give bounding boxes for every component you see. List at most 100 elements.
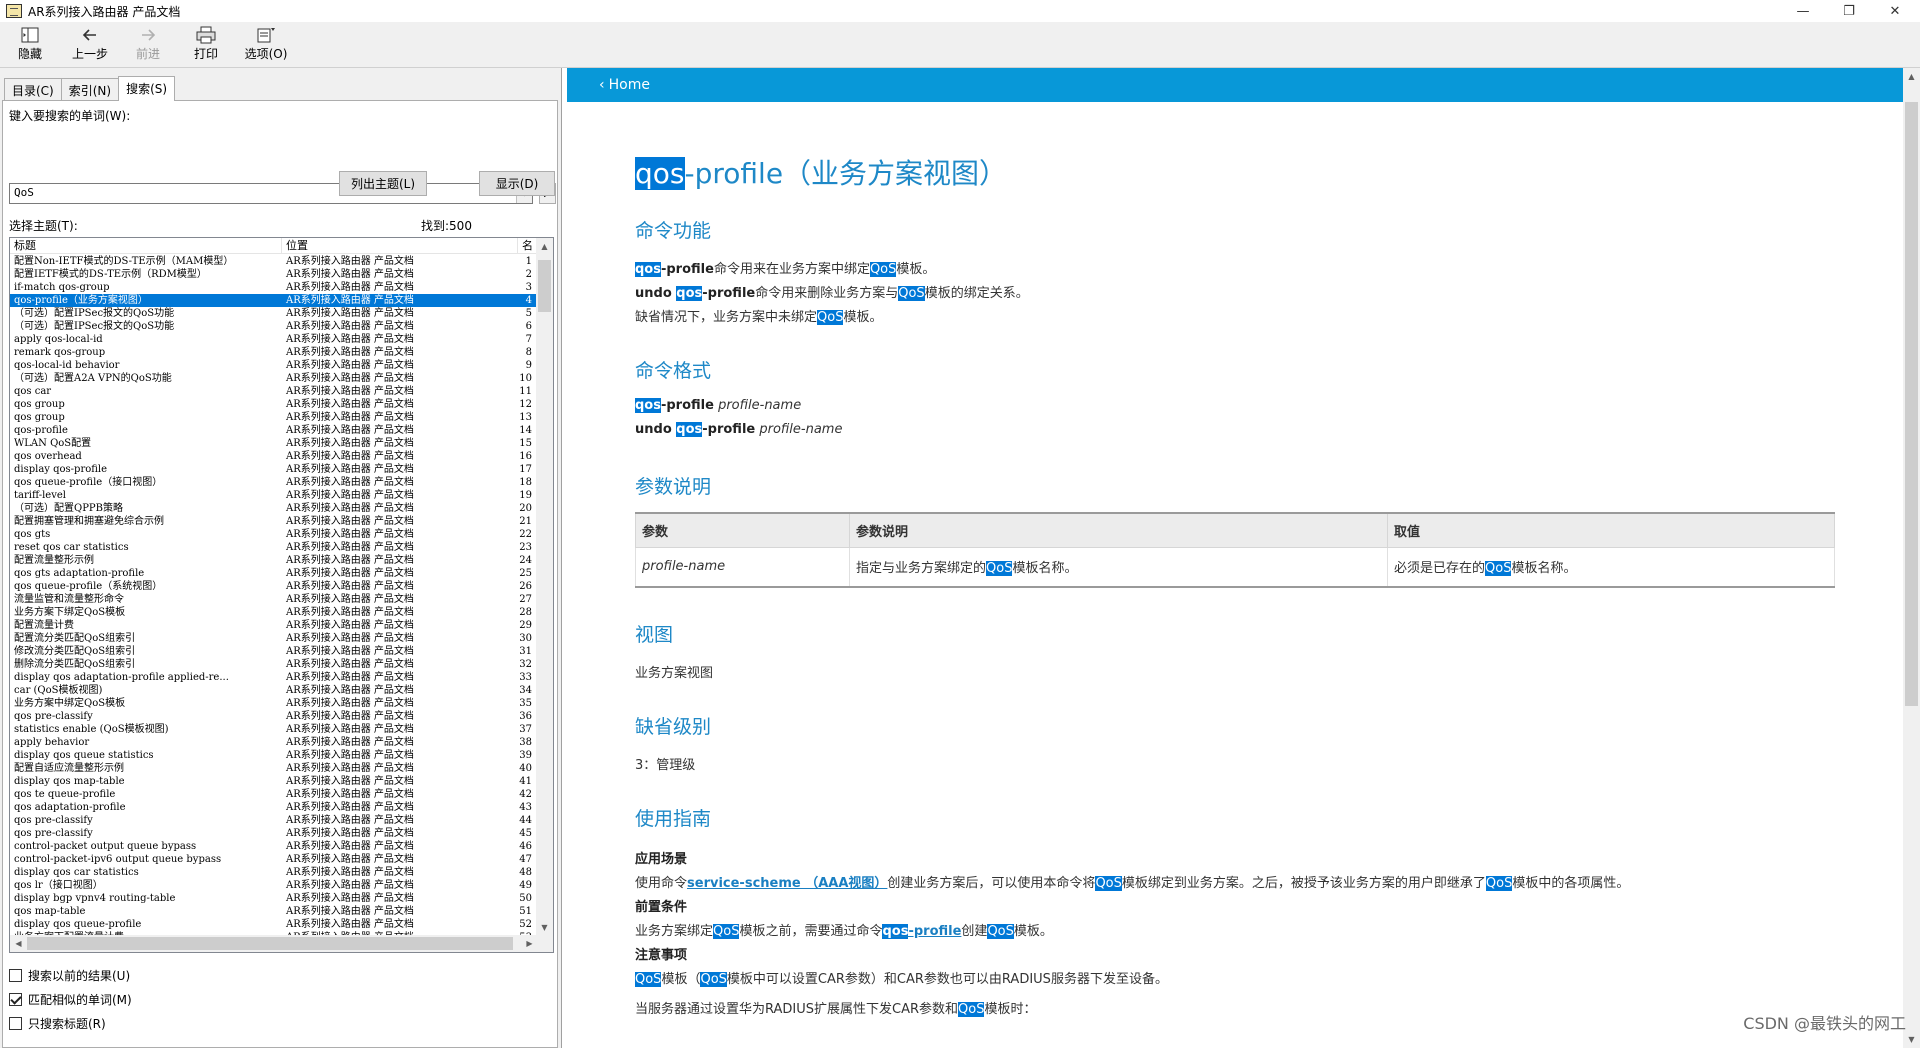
table-row[interactable]: qos queue-profile（接口视图） AR系列接入路由器 产品文档 18 (10, 476, 538, 489)
table-row[interactable]: remark qos-group AR系列接入路由器 产品文档 8 (10, 346, 538, 359)
table-row[interactable]: qos group AR系列接入路由器 产品文档 12 (10, 398, 538, 411)
text: 模板中可以设置CAR参数）和CAR参数也可以由RADIUS服务器下发至设备。 (726, 972, 1168, 987)
table-row[interactable]: car (QoS模板视图) AR系列接入路由器 产品文档 34 (10, 684, 538, 697)
table-row[interactable]: apply qos-local-id AR系列接入路由器 产品文档 7 (10, 333, 538, 346)
print-button[interactable]: 打印 (190, 25, 222, 65)
table-row[interactable]: （可选）配置A2A VPN的QoS功能 AR系列接入路由器 产品文档 10 (10, 372, 538, 385)
table-row[interactable]: if-match qos-group AR系列接入路由器 产品文档 3 (10, 281, 538, 294)
results-list[interactable]: 标题 位置 名 配置Non-IETF模式的DS-TE示例（MAM模型） AR系列接… (9, 237, 554, 953)
column-header-location[interactable]: 位置 (282, 238, 518, 254)
column-header-title[interactable]: 标题 (10, 238, 282, 254)
table-row[interactable]: 配置流分类匹配QoS组索引 AR系列接入路由器 产品文档 30 (10, 632, 538, 645)
table-row[interactable]: qos map-table AR系列接入路由器 产品文档 51 (10, 905, 538, 918)
tab-index[interactable]: 索引(N) (60, 78, 120, 100)
result-location: AR系列接入路由器 产品文档 (286, 672, 414, 683)
home-link[interactable]: Home (609, 77, 650, 93)
table-row[interactable]: 修改流分类匹配QoS组索引 AR系列接入路由器 产品文档 31 (10, 645, 538, 658)
table-row[interactable]: qos pre-classify AR系列接入路由器 产品文档 36 (10, 710, 538, 723)
table-row[interactable]: 业务方案中绑定QoS模板 AR系列接入路由器 产品文档 35 (10, 697, 538, 710)
column-header-rank[interactable]: 名 (518, 238, 538, 254)
table-row[interactable]: （可选）配置QPPB策略 AR系列接入路由器 产品文档 20 (10, 502, 538, 515)
table-row[interactable]: qos pre-classify AR系列接入路由器 产品文档 45 (10, 827, 538, 840)
table-row[interactable]: 配置流量整形示例 AR系列接入路由器 产品文档 24 (10, 554, 538, 567)
scroll-left-icon[interactable]: ◀ (10, 935, 27, 952)
table-row[interactable]: qos car AR系列接入路由器 产品文档 11 (10, 385, 538, 398)
table-row[interactable]: qos gts adaptation-profile AR系列接入路由器 产品文档… (10, 567, 538, 580)
tab-search[interactable]: 搜索(S) (118, 76, 176, 101)
close-button[interactable]: ✕ (1872, 0, 1918, 22)
table-row[interactable]: display qos queue statistics AR系列接入路由器 产品… (10, 749, 538, 762)
results-horizontal-scrollbar[interactable]: ◀ ▶ (10, 935, 553, 952)
table-row[interactable]: display qos adaptation-profile applied-r… (10, 671, 538, 684)
service-scheme-link[interactable]: service-scheme （AAA视图） (687, 876, 887, 891)
table-row[interactable]: display qos car statistics AR系列接入路由器 产品文档… (10, 866, 538, 879)
forward-button[interactable]: 前进 (132, 25, 164, 65)
back-button[interactable]: 上一步 (68, 25, 112, 65)
scroll-thumb[interactable] (1905, 102, 1918, 706)
minimize-button[interactable]: — (1780, 0, 1826, 22)
table-row[interactable]: display qos map-table AR系列接入路由器 产品文档 41 (10, 775, 538, 788)
table-row[interactable]: 业务方案下绑定QoS模板 AR系列接入路由器 产品文档 28 (10, 606, 538, 619)
text: 必须是已存在的 (1394, 561, 1486, 577)
table-row[interactable]: （可选）配置IPSec报文的QoS功能 AR系列接入路由器 产品文档 5 (10, 307, 538, 320)
search-previous-option[interactable]: 搜索以前的结果(U) (9, 967, 130, 984)
table-row[interactable]: qos te queue-profile AR系列接入路由器 产品文档 42 (10, 788, 538, 801)
scroll-thumb[interactable] (27, 937, 513, 950)
table-row[interactable]: tariff-level AR系列接入路由器 产品文档 19 (10, 489, 538, 502)
table-row[interactable]: statistics enable (QoS模板视图) AR系列接入路由器 产品文… (10, 723, 538, 736)
table-row[interactable]: qos queue-profile（系统视图） AR系列接入路由器 产品文档 26 (10, 580, 538, 593)
table-row[interactable]: apply behavior AR系列接入路由器 产品文档 38 (10, 736, 538, 749)
table-row[interactable]: qos-profile（业务方案视图） AR系列接入路由器 产品文档 4 (10, 294, 538, 307)
tab-contents[interactable]: 目录(C) (4, 78, 62, 100)
search-previous-checkbox[interactable] (9, 969, 22, 982)
table-row[interactable]: control-packet output queue bypass AR系列接入… (10, 840, 538, 853)
table-row[interactable]: 配置流量计费 AR系列接入路由器 产品文档 29 (10, 619, 538, 632)
table-row[interactable]: display qos-profile AR系列接入路由器 产品文档 17 (10, 463, 538, 476)
note-text-2: 当服务器通过设置华为RADIUS扩展属性下发CAR参数和QoS模板时： (635, 998, 1036, 1017)
table-row[interactable]: qos lr（接口视图） AR系列接入路由器 产品文档 49 (10, 879, 538, 892)
hide-button[interactable]: 隐藏 (14, 25, 46, 65)
search-titles-checkbox[interactable] (9, 1017, 22, 1030)
match-similar-option[interactable]: 匹配相似的单词(M) (9, 991, 132, 1008)
table-row[interactable]: 配置Non-IETF模式的DS-TE示例（MAM模型） AR系列接入路由器 产品文… (10, 255, 538, 268)
table-row[interactable]: reset qos car statistics AR系列接入路由器 产品文档 23 (10, 541, 538, 554)
maximize-button[interactable]: ❐ (1826, 0, 1872, 22)
table-row[interactable]: display qos queue-profile AR系列接入路由器 产品文档 5… (10, 918, 538, 931)
table-row[interactable]: qos-local-id behavior AR系列接入路由器 产品文档 9 (10, 359, 538, 372)
text: 模板的绑定关系。 (924, 286, 1029, 301)
table-row[interactable]: 删除流分类匹配QoS组索引 AR系列接入路由器 产品文档 32 (10, 658, 538, 671)
table-row[interactable]: 配置拥塞管理和拥塞避免综合示例 AR系列接入路由器 产品文档 21 (10, 515, 538, 528)
table-row[interactable]: qos-profile AR系列接入路由器 产品文档 14 (10, 424, 538, 437)
table-row[interactable]: qos overhead AR系列接入路由器 产品文档 16 (10, 450, 538, 463)
match-similar-checkbox[interactable] (9, 993, 22, 1006)
search-input[interactable]: QoS ▼ (9, 183, 533, 204)
table-row[interactable]: WLAN QoS配置 AR系列接入路由器 产品文档 15 (10, 437, 538, 450)
options-button[interactable]: 选项(O) (242, 25, 290, 65)
list-topics-button[interactable]: 列出主题(L) (339, 171, 427, 196)
table-row[interactable]: 配置IETF模式的DS-TE示例（RDM模型） AR系列接入路由器 产品文档 2 (10, 268, 538, 281)
table-row[interactable]: qos group AR系列接入路由器 产品文档 13 (10, 411, 538, 424)
content-vertical-scrollbar[interactable]: ▲ ▼ (1903, 68, 1920, 1048)
scroll-right-icon[interactable]: ▶ (521, 935, 538, 952)
result-rank: 24 (519, 555, 532, 566)
scroll-up-icon[interactable]: ▲ (1903, 68, 1920, 85)
result-title: apply behavior (14, 737, 90, 748)
table-row[interactable]: qos adaptation-profile AR系列接入路由器 产品文档 43 (10, 801, 538, 814)
table-row[interactable]: （可选）配置IPSec报文的QoS功能 AR系列接入路由器 产品文档 6 (10, 320, 538, 333)
scroll-down-icon[interactable]: ▼ (536, 919, 553, 936)
table-row[interactable]: qos gts AR系列接入路由器 产品文档 22 (10, 528, 538, 541)
scroll-thumb[interactable] (538, 260, 551, 312)
table-row[interactable]: control-packet-ipv6 output queue bypass A… (10, 853, 538, 866)
results-vertical-scrollbar[interactable]: ▲ ▼ (536, 238, 553, 936)
display-button[interactable]: 显示(D) (479, 171, 555, 196)
table-row[interactable]: 流量监管和流量整形命令 AR系列接入路由器 产品文档 27 (10, 593, 538, 606)
table-row[interactable]: qos pre-classify AR系列接入路由器 产品文档 44 (10, 814, 538, 827)
options-label: 选项(O) (244, 47, 288, 61)
qos-profile-link[interactable]: qos-profile (882, 924, 961, 939)
help-book-icon (6, 4, 22, 18)
search-titles-option[interactable]: 只搜索标题(R) (9, 1015, 106, 1032)
scroll-up-icon[interactable]: ▲ (536, 238, 553, 255)
table-row: profile-name 指定与业务方案绑定的QoS模板名称。 必须是已存在的Q… (635, 546, 1835, 588)
table-row[interactable]: 配置自适应流量整形示例 AR系列接入路由器 产品文档 40 (10, 762, 538, 775)
table-row[interactable]: display bgp vpnv4 routing-table AR系列接入路由器… (10, 892, 538, 905)
